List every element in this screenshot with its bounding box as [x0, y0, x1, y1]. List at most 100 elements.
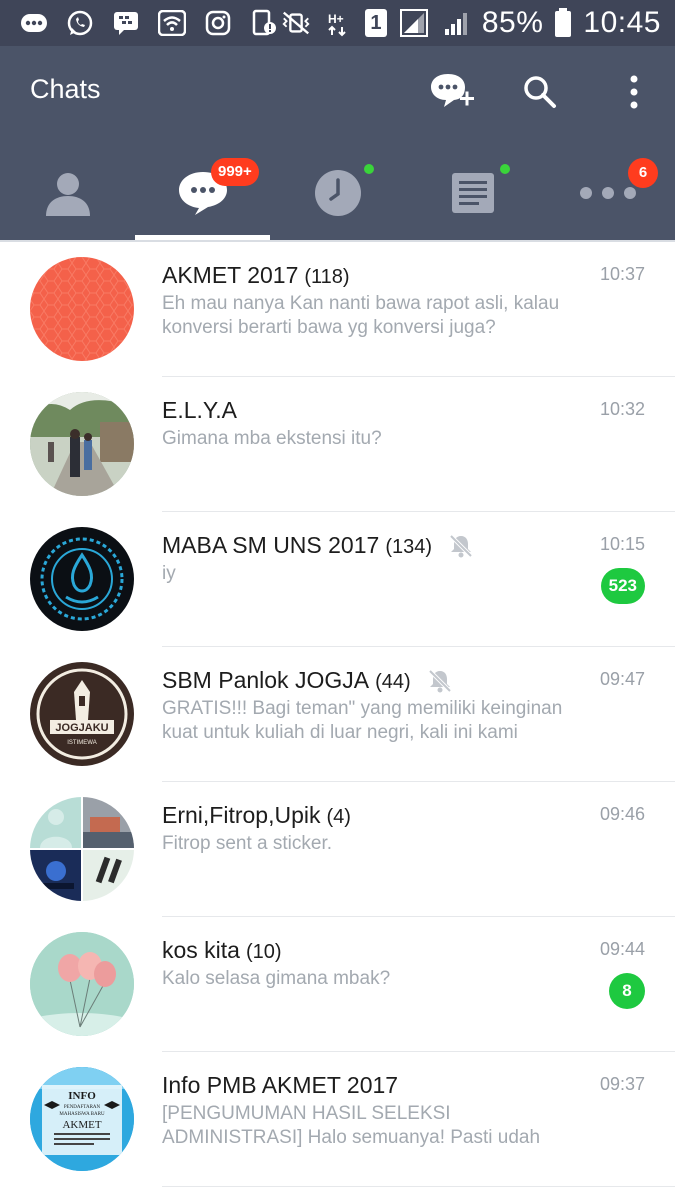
muted-icon	[449, 534, 473, 557]
device-alert-icon	[248, 8, 280, 38]
group-avatar: JOGJAKU ISTIMEWA	[30, 662, 134, 766]
member-count: (118)	[304, 266, 350, 288]
group-avatar	[30, 257, 134, 361]
last-message: [PENGUMUMAN HASIL SELEKSI ADMINISTRASI] …	[162, 1103, 541, 1148]
contact-avatar	[30, 392, 134, 496]
sbm-logo-text: JOGJAKU	[55, 722, 108, 734]
tab-friends[interactable]	[0, 146, 135, 240]
main-tabs: 999+ 6	[0, 146, 675, 240]
row-divider	[162, 1186, 675, 1187]
battery-percent: 85%	[481, 6, 544, 39]
search-button[interactable]	[514, 68, 566, 116]
notification-icons	[18, 8, 280, 38]
chat-time: 09:44	[599, 939, 645, 959]
vibrate-mute-icon	[280, 8, 312, 38]
status-bar: H+ 1 85% 10:45	[0, 0, 675, 46]
chat-time: 10:37	[599, 264, 645, 284]
last-message: GRATIS!!! Bagi teman" yang memiliki kein…	[162, 698, 563, 743]
chat-row-elya[interactable]: E.L.Y.A 10:32 Gimana mba ekstensi itu?	[0, 377, 675, 512]
instagram-icon	[202, 8, 234, 38]
new-chat-button[interactable]	[426, 68, 478, 116]
chat-title: E.L.Y.A	[162, 397, 243, 424]
group-avatar: INFO PENDAFTARAN MAHASISWA BARU AKMET	[30, 1067, 134, 1171]
chat-name: AKMET 2017	[162, 262, 299, 288]
tab-timeline[interactable]	[270, 146, 405, 240]
chat-row-sbm-panlok-jogja[interactable]: JOGJAKU ISTIMEWA SBM Panlok JOGJA (44) 09…	[0, 647, 675, 782]
chat-title: AKMET 2017 (118)	[162, 262, 350, 289]
chat-time: 10:32	[599, 399, 645, 419]
info-logo-line3: MAHASISWA BARU	[59, 1112, 105, 1117]
chat-row-maba-sm-uns-2017[interactable]: MABA SM UNS 2017 (134) 10:15 iy 523	[0, 512, 675, 647]
person-icon	[45, 173, 90, 216]
signal-sim2-icon	[440, 8, 472, 38]
group-avatar	[30, 932, 134, 1036]
info-logo-line4: AKMET	[62, 1119, 101, 1131]
info-logo-line2: PENDAFTARAN	[64, 1105, 101, 1110]
chat-row-info-pmb-akmet-2017[interactable]: INFO PENDAFTARAN MAHASISWA BARU AKMET In…	[0, 1052, 675, 1187]
chat-time: 09:46	[599, 804, 645, 824]
last-message: Gimana mba ekstensi itu?	[162, 428, 382, 449]
clock-icon	[314, 170, 361, 216]
new-chat-icon	[431, 74, 474, 107]
news-new-dot	[500, 164, 510, 174]
chat-name: MABA SM UNS 2017	[162, 532, 380, 558]
last-message: Fitrop sent a sticker.	[162, 833, 333, 854]
last-message: Eh mau nanya Kan nanti bawa rapot asli, …	[162, 293, 560, 338]
muted-icon	[428, 669, 452, 692]
news-icon	[451, 173, 494, 213]
chat-title: Erni,Fitrop,Upik (4)	[162, 802, 351, 829]
search-icon	[524, 76, 556, 108]
chat-list: AKMET 2017 (118) 10:37 Eh mau nanya Kan n…	[0, 240, 675, 1200]
svg-text:H+: H+	[328, 12, 344, 26]
app-header: Chats 999+ 6	[0, 46, 675, 240]
chat-time: 09:47	[599, 669, 645, 689]
last-message: Kalo selasa gimana mbak?	[162, 968, 391, 989]
chat-row-akmet-2017[interactable]: AKMET 2017 (118) 10:37 Eh mau nanya Kan n…	[0, 242, 675, 377]
more-dots-icon	[579, 187, 636, 199]
data-hplus-icon: H+	[322, 8, 354, 38]
bbm-icon	[18, 8, 50, 38]
wifi-box-icon	[156, 8, 188, 38]
timeline-new-dot	[364, 164, 374, 174]
whatsapp-icon	[64, 8, 96, 38]
chat-name: E.L.Y.A	[162, 397, 238, 423]
page-title: Chats	[30, 74, 101, 104]
chat-row-kos-kita[interactable]: kos kita (10) 09:44 Kalo selasa gimana mb…	[0, 917, 675, 1052]
chat-title: kos kita (10)	[162, 937, 282, 964]
group-avatar	[30, 527, 134, 631]
overflow-menu-button[interactable]	[608, 68, 660, 116]
member-count: (44)	[375, 671, 411, 693]
chat-row-erni-fitrop-upik[interactable]: Erni,Fitrop,Upik (4) 09:46 Fitrop sent a …	[0, 782, 675, 917]
last-message: iy	[162, 563, 176, 584]
member-count: (134)	[385, 536, 433, 558]
chat-name: SBM Panlok JOGJA	[162, 667, 370, 693]
blackberry-icon	[110, 8, 142, 38]
info-logo-line1: INFO	[68, 1090, 96, 1102]
system-indicators: H+ 1 85% 10:45	[280, 4, 661, 42]
group-collage-avatar	[30, 797, 134, 901]
clock-time: 10:45	[583, 6, 661, 39]
chat-title: SBM Panlok JOGJA (44)	[162, 667, 453, 694]
battery-icon	[553, 8, 573, 38]
sbm-logo-subtext: ISTIMEWA	[67, 740, 96, 746]
unread-badge: 8	[609, 973, 645, 1009]
chat-name: Erni,Fitrop,Upik	[162, 802, 321, 828]
more-badge: 6	[628, 158, 658, 188]
tab-chats[interactable]: 999+	[135, 146, 270, 240]
tab-news[interactable]	[405, 146, 540, 240]
chat-time: 10:15	[599, 534, 645, 554]
chat-name: Info PMB AKMET 2017	[162, 1072, 399, 1098]
signal-sim1-icon	[398, 8, 430, 38]
chat-name: kos kita	[162, 937, 240, 963]
chats-unread-badge: 999+	[211, 158, 259, 186]
tab-more[interactable]: 6	[540, 146, 675, 240]
sim-slot-icon: 1	[364, 8, 388, 38]
chat-title: MABA SM UNS 2017 (134)	[162, 532, 474, 559]
chat-time: 09:37	[599, 1074, 645, 1094]
sim-slot-number: 1	[364, 9, 387, 37]
member-count: (4)	[326, 806, 351, 828]
member-count: (10)	[245, 941, 282, 963]
unread-badge: 523	[600, 568, 645, 604]
chat-title: Info PMB AKMET 2017	[162, 1072, 404, 1099]
vertical-dots-icon	[630, 75, 638, 109]
